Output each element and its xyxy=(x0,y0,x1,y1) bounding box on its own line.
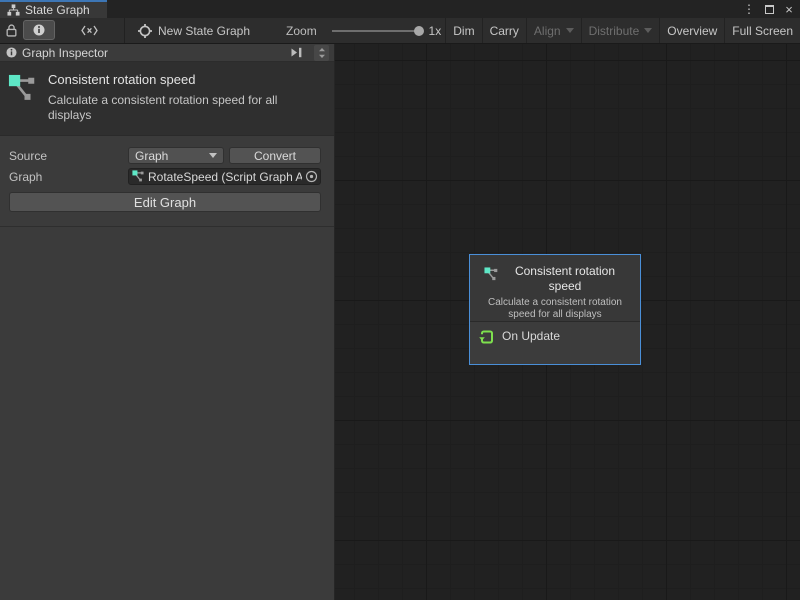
source-dropdown-value: Graph xyxy=(135,149,168,163)
carry-label: Carry xyxy=(490,24,519,38)
graph-object-value: RotateSpeed (Script Graph A xyxy=(148,170,302,184)
toolbar-separator xyxy=(124,18,125,43)
lock-button[interactable] xyxy=(0,18,23,43)
distribute-label: Distribute xyxy=(589,24,640,38)
graph-toolbar: New State Graph Zoom 1x Dim Carry Align … xyxy=(0,18,800,44)
graph-description: Calculate a consistent rotation speed fo… xyxy=(48,93,324,123)
panel-scroll-spinner[interactable] xyxy=(314,45,329,61)
maximize-icon[interactable] xyxy=(762,1,776,17)
panel-title: Graph Inspector xyxy=(22,46,108,60)
convert-label: Convert xyxy=(254,149,296,163)
state-node[interactable]: Consistent rotation speed Calculate a co… xyxy=(469,254,641,365)
info-icon xyxy=(33,24,45,36)
zoom-slider-track xyxy=(332,30,421,32)
node-description: Calculate a consistent rotation speed fo… xyxy=(474,297,636,321)
align-label: Align xyxy=(534,24,561,38)
new-state-graph-label: New State Graph xyxy=(158,24,250,38)
node-event-label: On Update xyxy=(502,329,560,343)
distribute-button[interactable]: Distribute xyxy=(581,18,660,43)
script-graph-icon xyxy=(8,74,38,123)
new-graph-icon xyxy=(138,24,152,38)
object-picker-icon[interactable] xyxy=(305,170,318,183)
graph-title: Consistent rotation speed xyxy=(48,72,324,87)
window-controls: ⋮ × xyxy=(742,0,796,18)
inspector-fields: Source Graph Convert Graph xyxy=(0,136,334,185)
full-screen-button[interactable]: Full Screen xyxy=(724,18,800,43)
window-menu-icon[interactable]: ⋮ xyxy=(742,1,756,17)
zoom-value: 1x xyxy=(425,18,446,43)
script-graph-icon xyxy=(132,170,145,183)
on-update-icon xyxy=(479,329,495,345)
script-graph-icon xyxy=(484,267,499,282)
zoom-slider-handle[interactable] xyxy=(414,26,424,36)
convert-button[interactable]: Convert xyxy=(229,147,321,164)
full-screen-label: Full Screen xyxy=(732,24,793,38)
new-state-graph-button[interactable]: New State Graph xyxy=(131,18,257,43)
state-node-header: Consistent rotation speed Calculate a co… xyxy=(470,255,640,321)
graph-field-label: Graph xyxy=(9,170,128,184)
lock-icon xyxy=(6,24,17,37)
source-dropdown[interactable]: Graph xyxy=(128,147,224,164)
graph-inspector-panel: Graph Inspector Consistent rotati xyxy=(0,44,335,600)
node-title: Consistent rotation speed xyxy=(504,264,626,294)
dock-panel-icon[interactable] xyxy=(290,47,303,58)
title-bar: State Graph ⋮ × xyxy=(0,0,800,18)
graph-summary-block: Consistent rotation speed Calculate a co… xyxy=(0,62,334,136)
dim-label: Dim xyxy=(453,24,474,38)
close-icon[interactable]: × xyxy=(782,1,796,17)
graph-object-field[interactable]: RotateSpeed (Script Graph A xyxy=(128,168,321,185)
zoom-slider[interactable] xyxy=(332,18,421,43)
chevron-down-icon xyxy=(566,28,574,33)
node-event-row[interactable]: On Update xyxy=(470,321,640,364)
edit-graph-button[interactable]: Edit Graph xyxy=(9,192,321,212)
chevron-down-icon xyxy=(209,153,217,158)
edit-graph-label: Edit Graph xyxy=(134,195,196,210)
hierarchy-icon xyxy=(7,4,20,16)
carry-button[interactable]: Carry xyxy=(482,18,526,43)
inspector-toggle-button[interactable] xyxy=(23,20,55,40)
zoom-label: Zoom xyxy=(279,18,324,43)
tab-state-graph[interactable]: State Graph xyxy=(0,0,107,18)
align-button[interactable]: Align xyxy=(526,18,581,43)
toolbar-right-group: Dim Carry Align Distribute Overview Full… xyxy=(445,18,800,43)
graph-inspector-header: Graph Inspector xyxy=(0,44,334,62)
overview-button[interactable]: Overview xyxy=(659,18,724,43)
dim-button[interactable]: Dim xyxy=(445,18,481,43)
code-icon xyxy=(81,25,98,36)
info-icon xyxy=(6,47,17,58)
chevron-down-icon xyxy=(644,28,652,33)
variables-button[interactable] xyxy=(55,18,124,43)
tab-title: State Graph xyxy=(25,3,90,17)
overview-label: Overview xyxy=(667,24,717,38)
source-label: Source xyxy=(9,149,128,163)
panel-divider xyxy=(0,226,334,227)
